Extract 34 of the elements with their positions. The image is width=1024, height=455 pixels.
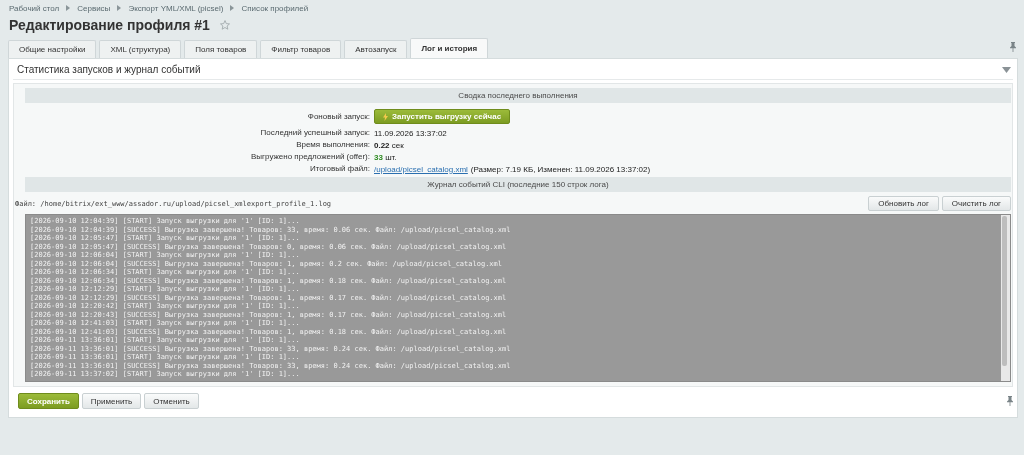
form-button[interactable]: Применить <box>81 393 142 409</box>
field-value: 33 шт. <box>374 152 397 162</box>
breadcrumb-link[interactable]: Рабочий стол <box>9 3 60 13</box>
field-label: Время выполнения: <box>295 139 370 151</box>
breadcrumb-link[interactable]: Список профилей <box>241 3 309 13</box>
field-value: 11.09.2026 13:37:02 <box>374 128 447 138</box>
form-button[interactable]: Отменить <box>144 393 199 409</box>
page-title: Редактирование профиля #1 <box>9 17 210 33</box>
collapse-icon[interactable] <box>1002 66 1011 73</box>
breadcrumb-link[interactable]: Экспорт YML/XML (picsel) <box>128 3 224 13</box>
tab[interactable]: Автозапуск <box>344 40 408 58</box>
tab[interactable]: XML (структура) <box>99 40 182 58</box>
section-title: Статистика запусков и журнал событий <box>17 64 201 75</box>
section-header: Журнал событий CLI (последние 150 строк лога) <box>25 177 1011 192</box>
breadcrumb-separator-icon <box>66 5 71 11</box>
tab[interactable]: Фильтр товаров <box>260 40 342 58</box>
lightning-icon <box>383 112 388 121</box>
tab[interactable]: Лог и история <box>410 38 489 58</box>
file-info: (Размер: 7.19 КБ, Изменен: 11.09.2026 13:37:02) <box>470 164 651 174</box>
breadcrumb-separator-icon <box>230 5 235 11</box>
file-link[interactable]: /upload/picsel_catalog.xml <box>374 164 468 174</box>
log-button[interactable]: Очистить лог <box>941 196 1011 211</box>
star-icon[interactable] <box>219 20 230 30</box>
tab[interactable]: Общие настройки <box>8 40 97 58</box>
field-label: Выгружено предложений (offer): <box>250 151 370 163</box>
field-label: Фоновый запуск: <box>306 111 370 123</box>
breadcrumb-link[interactable]: Сервисы <box>77 3 111 13</box>
tab[interactable]: Поля товаров <box>184 40 258 58</box>
field-label: Итоговый файл: <box>308 163 370 175</box>
section-header: Сводка последнего выполнения <box>25 88 1011 103</box>
log-button[interactable]: Обновить лог <box>868 196 939 211</box>
field-value: 0.22 сек <box>374 140 404 150</box>
breadcrumb-separator-icon <box>117 5 122 11</box>
field-label: Последний успешный запуск: <box>259 127 370 139</box>
